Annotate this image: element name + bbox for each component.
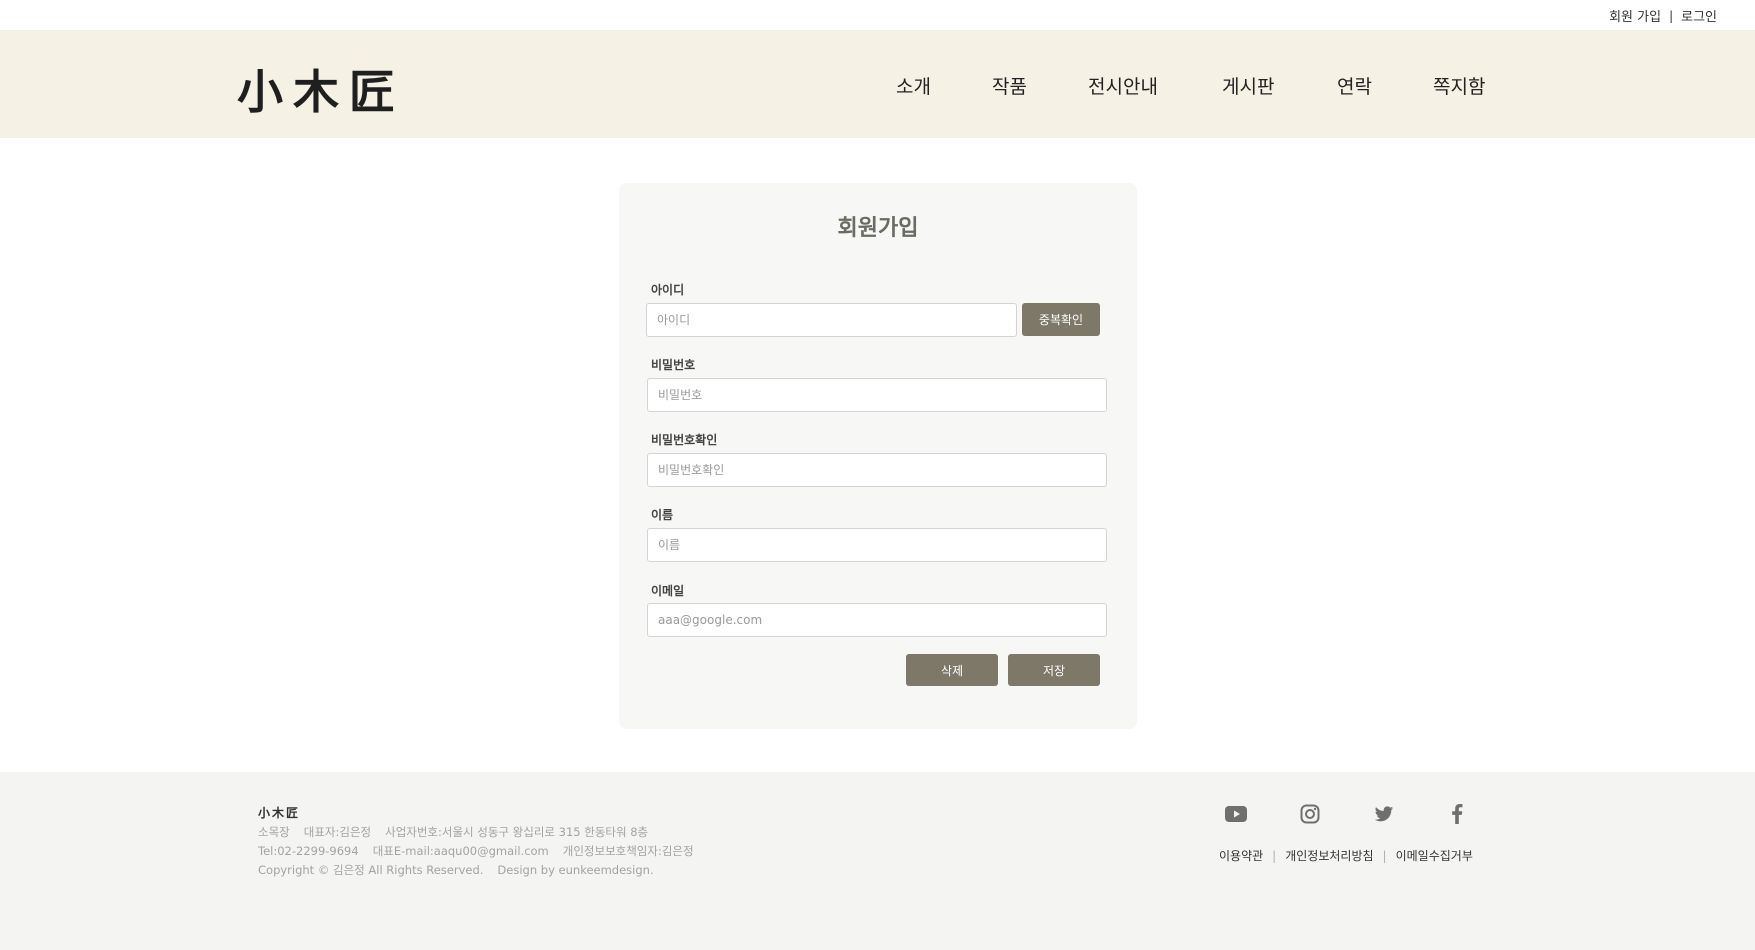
account-links: 회원 가입 | 로그인 xyxy=(1609,6,1717,26)
form-title: 회원가입 xyxy=(837,216,919,241)
footer-company-info: 소목장 대표자:김은정 사업자번호:서울시 성동구 왕십리로 315 한동타워 8층 xyxy=(258,824,662,840)
name-input[interactable] xyxy=(647,528,1107,562)
youtube-icon[interactable] xyxy=(1224,802,1248,826)
delete-button[interactable]: 삭제 xyxy=(906,654,998,686)
footer-copyright: Copyright © 김은정 All Rights Reserved. Desi… xyxy=(258,862,668,878)
password-input[interactable] xyxy=(647,378,1107,412)
company-address: 사업자번호:서울시 성동구 왕십리로 315 한동타워 8층 xyxy=(385,825,649,839)
signup-form-card: 회원가입 아이디 중복확인 비밀번호 비밀번호확인 이름 이메일 삭제 저장 xyxy=(619,183,1137,729)
instagram-icon[interactable] xyxy=(1298,802,1322,826)
nav-item-intro[interactable]: 소개 xyxy=(896,72,931,99)
signup-link[interactable]: 회원 가입 xyxy=(1609,6,1661,25)
separator: | xyxy=(1669,8,1674,23)
site-header: 小木匠 소개 작품 전시안내 게시판 연락 쪽지함 xyxy=(0,30,1755,138)
design-credit: Design by eunkeemdesign. xyxy=(497,863,654,877)
footer-contact-info: Tel:02-2299-9694 대표E-mail:aaqu00@gmail.co… xyxy=(258,843,708,859)
main-nav: 소개 작품 전시안내 게시판 연락 쪽지함 xyxy=(0,72,1755,102)
company-email: 대표E-mail:aaqu00@gmail.com xyxy=(372,844,549,858)
duplicate-check-button[interactable]: 중복확인 xyxy=(1022,303,1100,336)
company-name: 소목장 xyxy=(258,825,290,839)
twitter-icon[interactable] xyxy=(1372,802,1396,826)
password-label: 비밀번호 xyxy=(651,358,696,372)
terms-link[interactable]: 이용약관 xyxy=(1219,847,1263,864)
nav-item-works[interactable]: 작품 xyxy=(992,72,1027,99)
email-refusal-link[interactable]: 이메일수집거부 xyxy=(1396,847,1473,864)
separator: | xyxy=(1272,848,1277,863)
id-label: 아이디 xyxy=(651,283,685,297)
email-label: 이메일 xyxy=(651,584,685,598)
company-tel: Tel:02-2299-9694 xyxy=(258,844,359,858)
footer-logo: 小木匠 xyxy=(258,806,301,820)
copyright-text: Copyright © 김은정 All Rights Reserved. xyxy=(258,863,484,877)
login-link[interactable]: 로그인 xyxy=(1681,6,1717,25)
nav-item-board[interactable]: 게시판 xyxy=(1222,72,1274,99)
email-input[interactable] xyxy=(647,603,1107,637)
site-footer: 小木匠 소목장 대표자:김은정 사업자번호:서울시 성동구 왕십리로 315 한동타… xyxy=(0,772,1755,950)
nav-item-exhibition[interactable]: 전시안내 xyxy=(1088,72,1158,99)
separator: | xyxy=(1382,848,1387,863)
nav-item-contact[interactable]: 연락 xyxy=(1337,72,1372,99)
nav-item-messages[interactable]: 쪽지함 xyxy=(1433,72,1485,99)
top-utility-bar: 회원 가입 | 로그인 xyxy=(0,0,1755,30)
privacy-officer: 개인정보보호책임자:김은정 xyxy=(562,844,694,858)
privacy-policy-link[interactable]: 개인정보처리방침 xyxy=(1285,847,1373,864)
name-label: 이름 xyxy=(651,508,674,522)
password-confirm-input[interactable] xyxy=(647,453,1107,487)
facebook-icon[interactable] xyxy=(1445,802,1469,826)
save-button[interactable]: 저장 xyxy=(1008,654,1100,686)
password-confirm-label: 비밀번호확인 xyxy=(651,433,718,447)
company-ceo: 대표자:김은정 xyxy=(303,825,372,839)
id-input[interactable] xyxy=(646,303,1017,337)
footer-policy-links: 이용약관 | 개인정보처리방침 | 이메일수집거부 xyxy=(1219,847,1473,864)
